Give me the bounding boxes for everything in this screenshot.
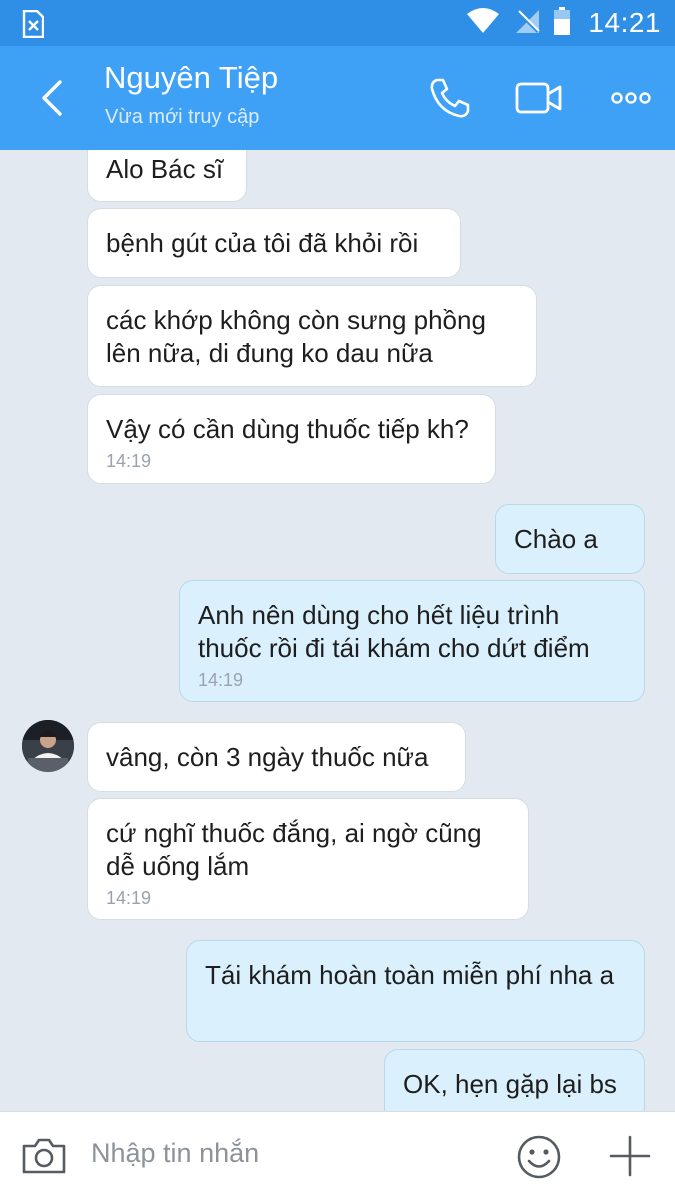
avatar[interactable] bbox=[22, 720, 74, 772]
message-bubble-incoming[interactable]: Alo Bác sĩ bbox=[87, 150, 247, 202]
message-list[interactable]: Alo Bác sĩ bệnh gút của tôi đã khỏi rồi … bbox=[0, 150, 675, 1111]
back-arrow-icon[interactable] bbox=[34, 76, 70, 120]
message-bubble-incoming[interactable]: các khớp không còn sưng phồng lên nữa, d… bbox=[87, 285, 537, 387]
message-text: Tái khám hoàn toàn miễn phí nha a bbox=[205, 960, 615, 990]
plus-icon[interactable] bbox=[608, 1134, 652, 1178]
message-input-bar: Nhập tin nhắn bbox=[0, 1111, 675, 1201]
message-text: bệnh gút của tôi đã khỏi rồi bbox=[106, 228, 419, 258]
message-bubble-outgoing[interactable]: OK, hẹn gặp lại bs bbox=[384, 1049, 645, 1111]
wifi-icon bbox=[466, 7, 500, 39]
phone-icon[interactable] bbox=[426, 74, 474, 122]
message-bubble-outgoing[interactable]: Tái khám hoàn toàn miễn phí nha a bbox=[186, 940, 645, 1042]
message-text: Vậy có cần dùng thuốc tiếp kh? bbox=[106, 414, 469, 444]
message-time: 14:19 bbox=[198, 670, 244, 690]
message-text: Alo Bác sĩ bbox=[106, 154, 224, 184]
message-text: OK, hẹn gặp lại bs bbox=[403, 1069, 617, 1099]
chat-header: Nguyên Tiệp Vừa mới truy cập bbox=[0, 46, 675, 150]
message-text: các khớp không còn sưng phồng lên nữa, d… bbox=[106, 305, 486, 368]
message-bubble-incoming[interactable]: vâng, còn 3 ngày thuốc nữa bbox=[87, 722, 466, 792]
status-bar: 14:21 bbox=[0, 0, 675, 46]
emoji-icon[interactable] bbox=[516, 1134, 562, 1180]
camera-icon[interactable] bbox=[20, 1134, 68, 1178]
status-time: 14:21 bbox=[588, 7, 661, 38]
contact-status: Vừa mới truy cập bbox=[105, 106, 260, 128]
message-input[interactable]: Nhập tin nhắn bbox=[91, 1138, 259, 1169]
contact-name[interactable]: Nguyên Tiệp bbox=[104, 60, 278, 96]
message-bubble-incoming[interactable]: bệnh gút của tôi đã khỏi rồi bbox=[87, 208, 461, 278]
message-bubble-incoming[interactable]: Vậy có cần dùng thuốc tiếp kh? 14:19 bbox=[87, 394, 496, 484]
video-call-icon[interactable] bbox=[515, 74, 563, 122]
message-time: 14:19 bbox=[106, 888, 152, 908]
message-text: Chào a bbox=[514, 524, 598, 554]
battery-icon bbox=[554, 6, 571, 40]
message-bubble-outgoing[interactable]: Chào a bbox=[495, 504, 645, 574]
no-signal-icon bbox=[514, 8, 541, 39]
message-bubble-incoming[interactable]: cứ nghĩ thuốc đắng, ai ngờ cũng dễ uống … bbox=[87, 798, 529, 920]
message-text: cứ nghĩ thuốc đắng, ai ngờ cũng dễ uống … bbox=[106, 818, 482, 881]
message-text: Anh nên dùng cho hết liệu trình thuốc rồ… bbox=[198, 600, 590, 663]
message-text: vâng, còn 3 ngày thuốc nữa bbox=[106, 742, 429, 772]
sim-error-icon bbox=[22, 9, 45, 43]
message-time: 14:19 bbox=[106, 451, 152, 471]
more-icon[interactable] bbox=[607, 74, 655, 122]
message-bubble-outgoing[interactable]: Anh nên dùng cho hết liệu trình thuốc rồ… bbox=[179, 580, 645, 702]
